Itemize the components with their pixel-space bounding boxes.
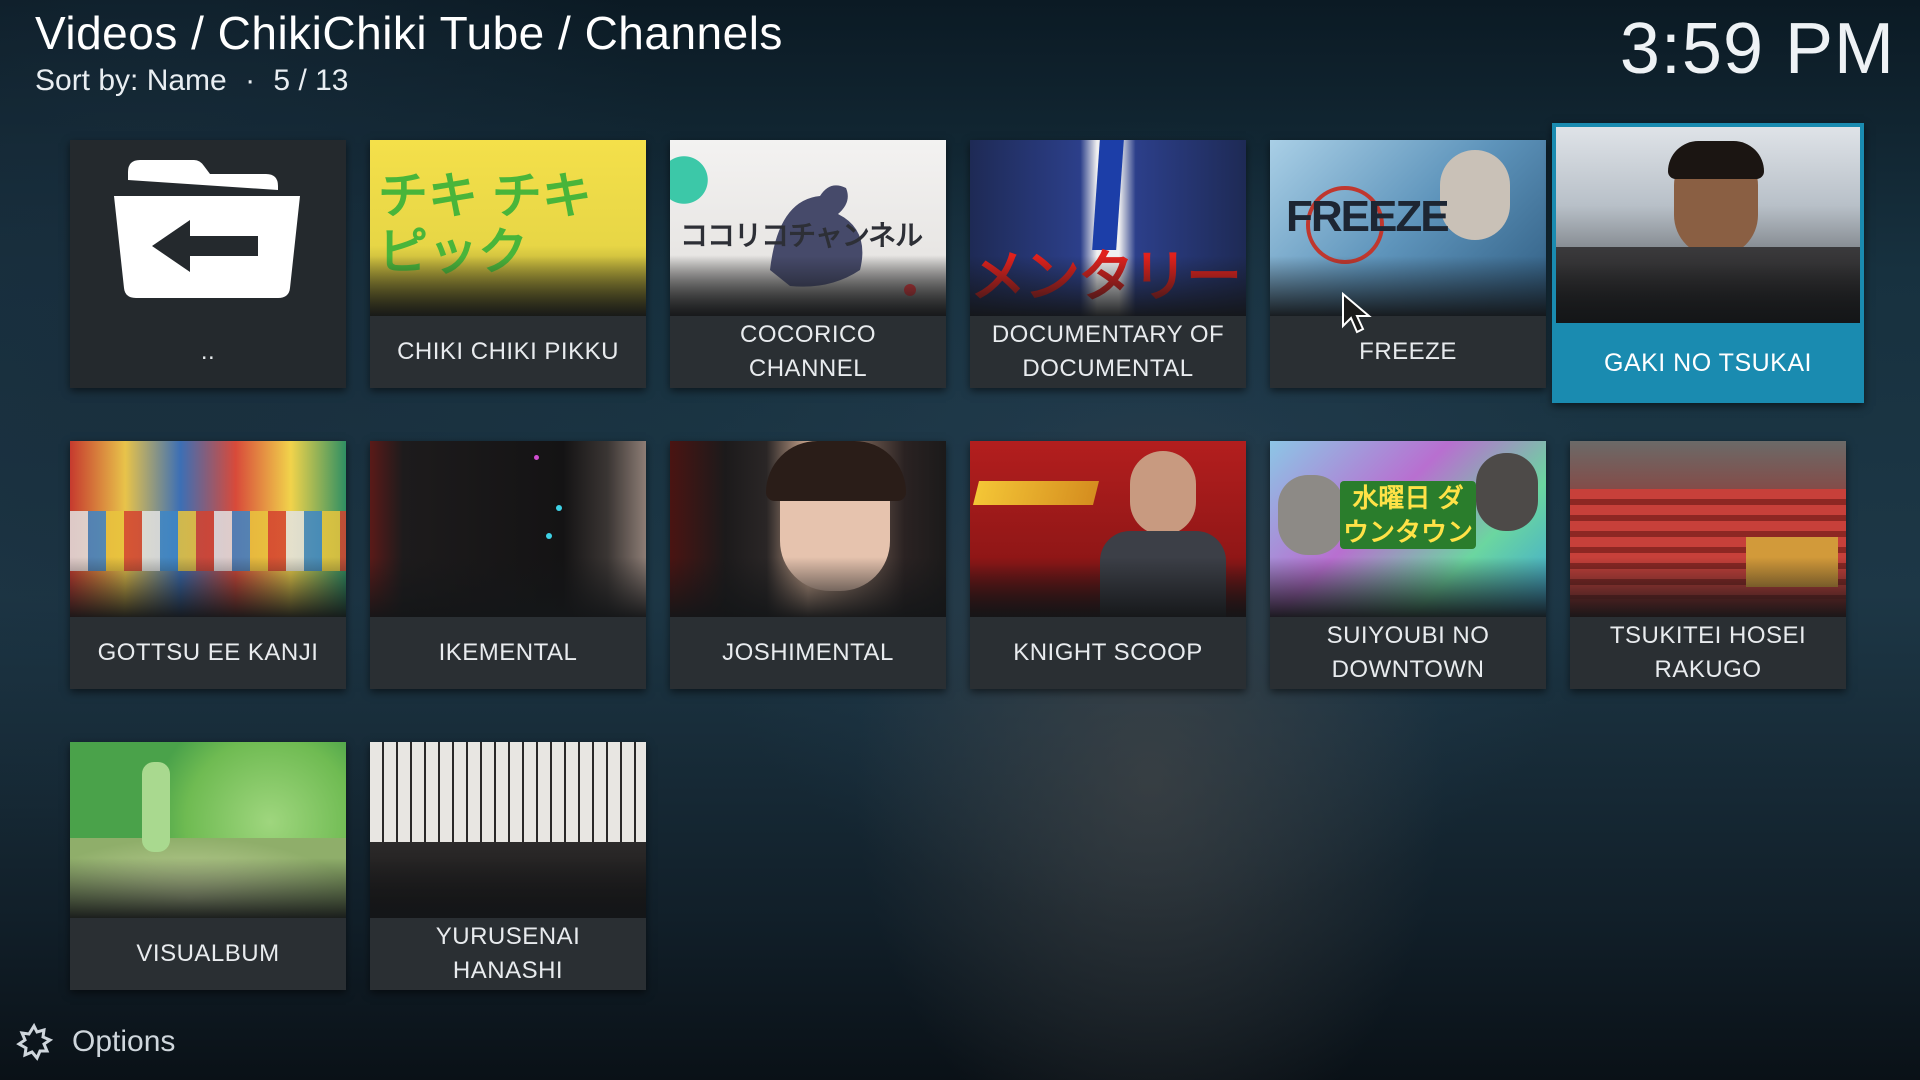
light-dot [534, 455, 539, 460]
thumbnail-title-text: 水曜日 ダウンタウン [1340, 481, 1476, 549]
thumbnail-title-text: メンタリー [970, 245, 1242, 308]
show-logo [430, 846, 550, 896]
person-hair [1668, 141, 1764, 179]
thumbnail-title-text: チキ チキ ピック [378, 168, 592, 280]
channel-tile-chiki-chiki-pikku[interactable]: チキ チキ ピック CHIKI CHIKI PIKKU [370, 140, 646, 388]
tile-thumbnail: チキ チキ ピック [370, 140, 646, 316]
person-suit [1100, 531, 1226, 617]
channel-tile-documentary-of-documental[interactable]: メンタリー DOCUMENTARY OF DOCUMENTAL [970, 140, 1246, 388]
item-position: 5 / 13 [273, 64, 349, 97]
thumbnail-title-text: FREEZE [1286, 192, 1450, 241]
tile-label: KNIGHT SCOOP [1013, 639, 1203, 666]
tile-thumbnail: FREEZE [1270, 140, 1546, 316]
tile-label: YURUSENAI HANASHI [435, 923, 581, 984]
tile-label: GOTTSU EE KANJI [97, 639, 319, 666]
options-gear-icon [16, 1022, 54, 1061]
clock: 3:59 PM [1619, 9, 1895, 89]
light-dot [556, 505, 562, 511]
parent-folder-tile[interactable]: .. [70, 140, 346, 388]
tile-label: GAKI NO TSUKAI [1604, 349, 1812, 377]
tile-label: COCORICO CHANNEL [740, 321, 876, 382]
channel-tile-ikemental[interactable]: IKEMENTAL [370, 441, 646, 689]
tile-label: CHIKI CHIKI PIKKU [397, 338, 619, 365]
crowd-pattern [70, 511, 346, 571]
header: Videos / ChikiChiki Tube / Channels Sort… [35, 4, 783, 100]
tile-thumbnail [70, 441, 346, 617]
stage [1746, 537, 1838, 587]
thumbnail-title-text: ココリコチャンネル [680, 220, 923, 251]
person-hair [766, 441, 906, 501]
channel-tile-suiyoubi-no-downtown[interactable]: 水曜日 ダウンタウン SUIYOUBI NO DOWNTOWN [1270, 441, 1546, 689]
sort-label[interactable]: Sort by: Name [35, 64, 227, 97]
person-figure [142, 762, 170, 852]
tile-label: SUIYOUBI NO DOWNTOWN [1326, 622, 1490, 683]
channel-tile-gaki-no-tsukai[interactable]: GAKI NO TSUKAI [1552, 123, 1864, 403]
options-menu[interactable]: Options [14, 1022, 175, 1062]
channel-tile-tsukitei-hosei-rakugo[interactable]: TSUKITEI HOSEI RAKUGO [1570, 441, 1846, 689]
breadcrumb: Videos / ChikiChiki Tube / Channels [35, 7, 783, 59]
channel-tile-visualbum[interactable]: VISUALBUM [70, 742, 346, 990]
channel-tile-freeze[interactable]: FREEZE FREEZE [1270, 140, 1546, 388]
tile-label: JOSHIMENTAL [722, 639, 894, 666]
channel-tile-yurusenai-hanashi[interactable]: YURUSENAI HANASHI [370, 742, 646, 990]
tile-thumbnail [370, 742, 646, 918]
channel-tile-gottsu-ee-kanji[interactable]: GOTTSU EE KANJI [70, 441, 346, 689]
tile-thumbnail [1570, 441, 1846, 617]
light-dot [546, 533, 552, 539]
tile-thumbnail [970, 441, 1246, 617]
tile-thumbnail [70, 742, 346, 918]
show-logo [973, 481, 1099, 505]
tile-thumbnail [370, 441, 646, 617]
tile-thumbnail [670, 441, 946, 617]
tile-thumbnail: ココリコチャンネル [670, 140, 946, 316]
channel-tile-knight-scoop[interactable]: KNIGHT SCOOP [970, 441, 1246, 689]
tile-label: TSUKITEI HOSEI RAKUGO [1609, 622, 1807, 683]
tile-label: IKEMENTAL [438, 639, 578, 666]
channel-tile-cocorico-channel[interactable]: ココリコチャンネル COCORICO CHANNEL [670, 140, 946, 388]
folder-back-icon [114, 160, 300, 298]
clothes-rack [1556, 247, 1860, 323]
options-label: Options [72, 1025, 176, 1058]
channel-grid: .. チキ チキ ピック CHIKI CHIKI PIKKU ココリコチャンネル… [70, 123, 1870, 990]
tile-thumbnail [1556, 127, 1860, 323]
tile-label: .. [200, 338, 216, 365]
tile-thumbnail: メンタリー [970, 140, 1246, 316]
person-face [1130, 451, 1196, 535]
tile-thumbnail: 水曜日 ダウンタウン [1270, 441, 1546, 617]
tile-label: VISUALBUM [136, 940, 280, 967]
person-head [1440, 150, 1510, 240]
channel-tile-joshimental[interactable]: JOSHIMENTAL [670, 441, 946, 689]
mouse-pointer-icon [1341, 291, 1375, 341]
person-face-right [1476, 453, 1538, 531]
tile-label: FREEZE [1359, 338, 1457, 365]
separator: · [245, 64, 256, 97]
tile-label: DOCUMENTARY OF DOCUMENTAL [991, 321, 1225, 382]
melon [70, 838, 346, 918]
sort-info: Sort by: Name · 5 / 13 [35, 62, 783, 100]
person-face-left [1278, 475, 1344, 555]
tile-thumbnail [70, 140, 346, 316]
